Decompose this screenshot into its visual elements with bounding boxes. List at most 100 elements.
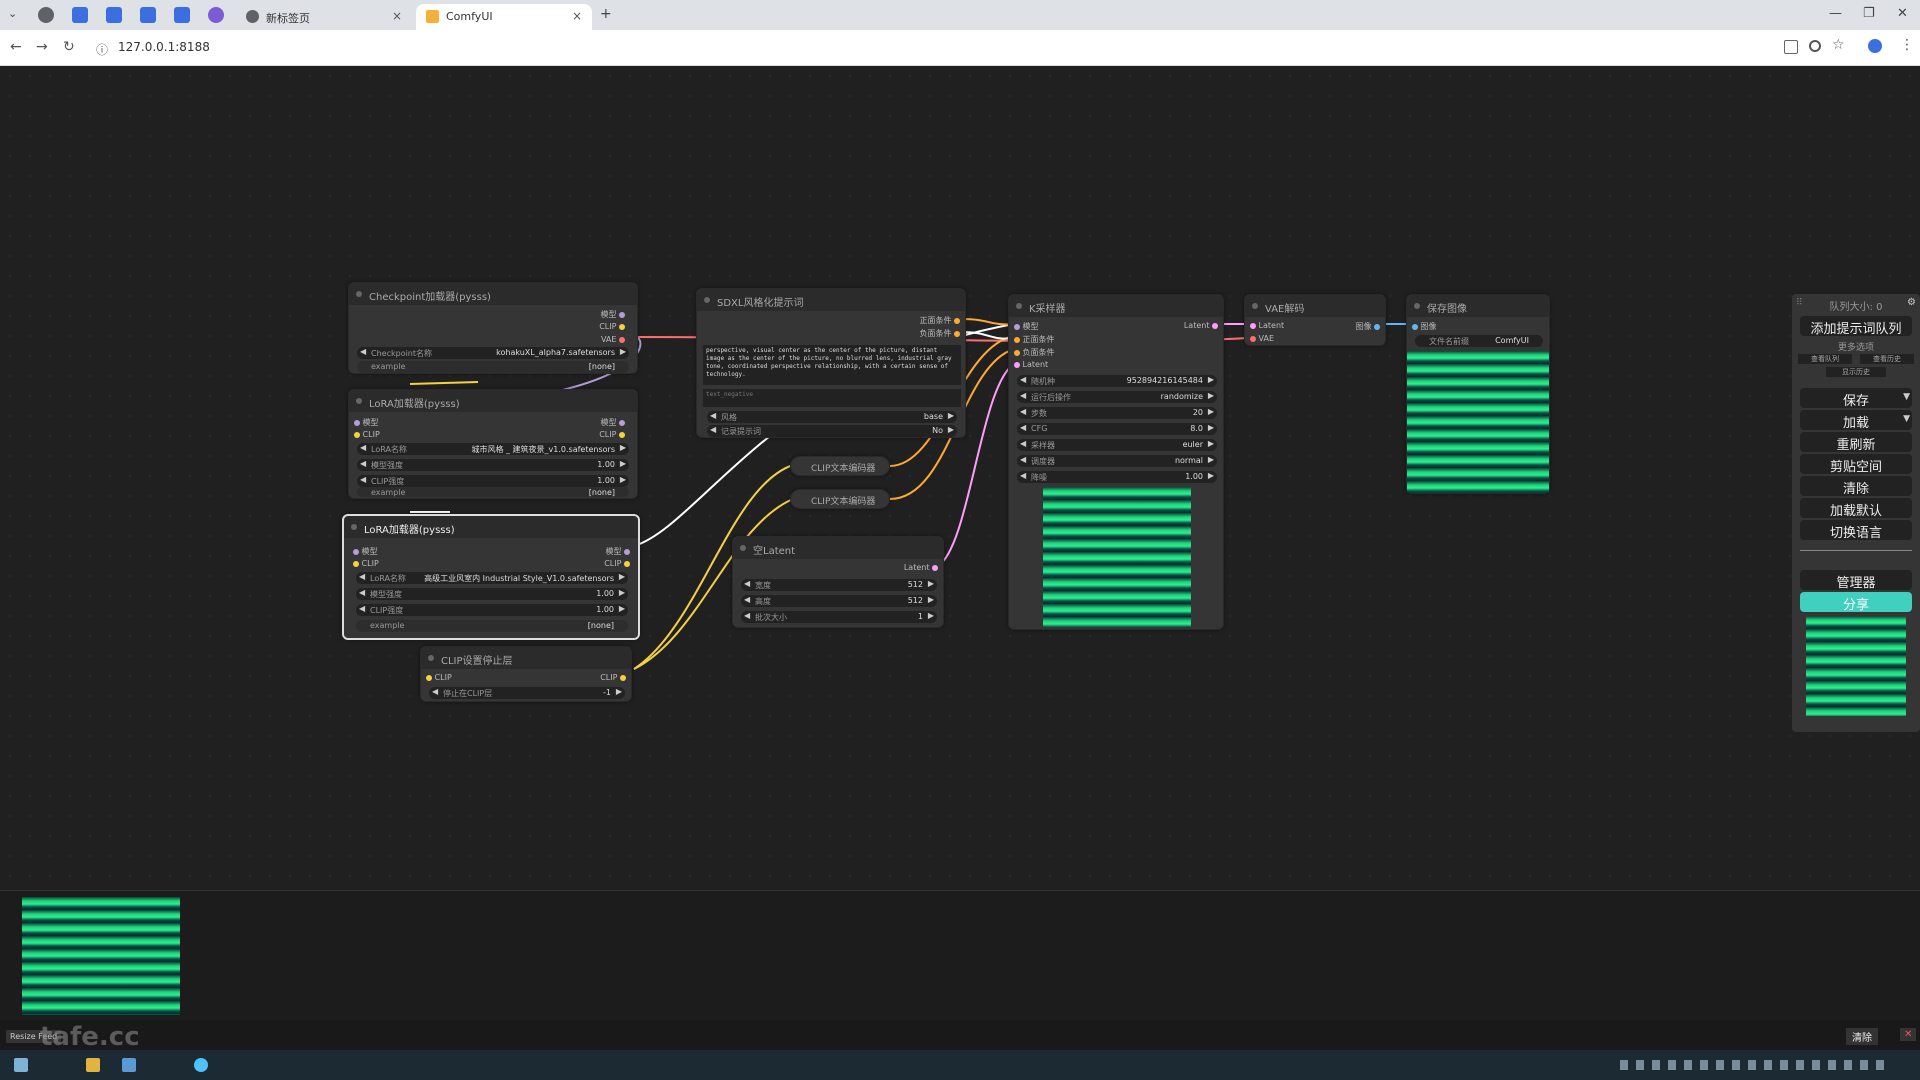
ksampler-widget[interactable]: ◀ 运行后操作 randomize ▶ <box>1017 391 1217 403</box>
input-clip[interactable]: CLIP <box>353 559 379 571</box>
checkpoint-name-combo[interactable]: ◀ Checkpoint名称 kohakuXL_alpha7.safetensors… <box>357 347 629 359</box>
close-tab-icon[interactable]: × <box>392 9 402 23</box>
lora-name-combo[interactable]: ◀ LoRA名称 高级工业风室内 Industrial Style_V1.0.saf… <box>356 572 628 584</box>
load-button[interactable]: 加载 <box>1800 410 1912 431</box>
zoom-icon[interactable] <box>1809 40 1821 52</box>
lora-loader-node-2[interactable]: LoRA加载器(pysss) 模型 CLIP 模型 CLIP ◀ LoRA名称 高级… <box>342 514 640 640</box>
feed-clear-button[interactable]: 清除 <box>1846 1028 1878 1045</box>
save-button[interactable]: 保存 <box>1800 388 1912 409</box>
queue-prompt-button[interactable]: 添加提示词队列 <box>1800 316 1912 337</box>
maximize-button[interactable]: ❐ <box>1863 6 1875 21</box>
ksampler-widget[interactable]: ◀ 随机种 952894216145484 ▶ <box>1017 375 1217 387</box>
pinned-tab-icon[interactable] <box>38 7 54 23</box>
output-model[interactable]: 模型 <box>605 546 630 558</box>
minimize-button[interactable]: — <box>1829 6 1842 21</box>
stop-at-clip-layer-number[interactable]: ◀ 停止在CLIP层 -1 ▶ <box>429 687 625 699</box>
input-clip[interactable]: CLIP <box>426 673 452 685</box>
reload-button[interactable]: ↻ <box>63 39 75 55</box>
bookmark-star-icon[interactable]: ☆ <box>1832 37 1845 53</box>
clip-set-last-layer-node[interactable]: CLIP设置停止层 CLIP CLIP ◀ 停止在CLIP层 -1 ▶ <box>420 646 632 702</box>
output-negative[interactable]: 负面条件 <box>919 328 960 340</box>
style-combo[interactable]: ◀ 风格 base ▶ <box>707 411 957 423</box>
ksampler-widget[interactable]: ◀ 采样器 euler ▶ <box>1017 439 1217 451</box>
system-tray-icons[interactable] <box>1620 1060 1890 1070</box>
start-icon[interactable] <box>14 1058 28 1072</box>
ksampler-widget[interactable]: ◀ 降噪 1.00 ▶ <box>1017 471 1217 483</box>
clip-text-encode-node-2[interactable]: CLIP文本编码器 <box>790 489 890 509</box>
pinned-tab-icon[interactable] <box>174 7 190 23</box>
pinned-tab-icon[interactable] <box>140 7 156 23</box>
show-history-button[interactable]: 显示历史 <box>1826 367 1886 377</box>
extra-options-label[interactable]: 更多选项 <box>1792 340 1920 353</box>
input-model[interactable]: 模型 <box>353 546 378 558</box>
ksampler-widget[interactable]: ◀ CFG 8.0 ▶ <box>1017 423 1217 435</box>
clip-strength-number[interactable]: ◀ CLIP强度 1.00 ▶ <box>356 604 628 616</box>
width-number[interactable]: ◀ 宽度 512 ▶ <box>741 579 937 591</box>
forward-button[interactable]: → <box>36 39 48 55</box>
switch-language-button[interactable]: 切换语言 <box>1800 520 1912 541</box>
feed-close-button[interactable]: ✕ <box>1900 1028 1917 1041</box>
ksampler-widget[interactable]: ◀ 步数 20 ▶ <box>1017 407 1217 419</box>
ksampler-widget[interactable]: ◀ 调度器 normal ▶ <box>1017 455 1217 467</box>
output-image[interactable]: 图像 <box>1355 321 1380 333</box>
save-image-node[interactable]: 保存图像 图像 文件名前缀 ComfyUI <box>1406 294 1550 494</box>
model-strength-number[interactable]: ◀ 模型强度 1.00 ▶ <box>356 588 628 600</box>
load-default-button[interactable]: 加载默认 <box>1800 498 1912 519</box>
pinned-tab-icon[interactable] <box>208 7 224 23</box>
chevron-down-icon[interactable]: ▼ <box>1903 414 1910 424</box>
negative-text-area[interactable]: text_negative <box>703 389 961 407</box>
browser-menu-icon[interactable]: ⋮ <box>1900 37 1914 53</box>
positive-text-area[interactable]: perspective, visual center as the center… <box>703 345 961 385</box>
clip-strength-number[interactable]: ◀ CLIP强度 1.00 ▶ <box>357 475 629 487</box>
input-image[interactable]: 图像 <box>1412 321 1437 333</box>
input-negative[interactable]: 负面条件 <box>1014 347 1055 359</box>
back-button[interactable]: ← <box>10 39 22 55</box>
lora-name-combo[interactable]: ◀ LoRA名称 城市风格 _ 建筑夜景_v1.0.safetensors ▶ <box>357 443 629 455</box>
tab-comfyui[interactable]: ComfyUI × <box>416 4 592 30</box>
feed-image-thumbnail[interactable] <box>22 897 180 1015</box>
clear-button[interactable]: 清除 <box>1800 476 1912 497</box>
input-vae[interactable]: VAE <box>1250 334 1274 346</box>
view-history-button[interactable]: 查看历史 <box>1860 354 1914 364</box>
input-latent[interactable]: Latent <box>1250 321 1284 333</box>
input-model[interactable]: 模型 <box>1014 321 1039 333</box>
pinned-tab-icon[interactable] <box>106 7 122 23</box>
lora-loader-node-1[interactable]: LoRA加载器(pysss) 模型 CLIP 模型 CLIP ◀ LoRA名称 城市… <box>348 389 638 499</box>
node-graph-canvas[interactable]: Checkpoint加载器(pysss) 模型 CLIP VAE ◀ Checkp… <box>0 66 1920 890</box>
translate-icon[interactable] <box>1784 40 1798 54</box>
input-latent[interactable]: Latent <box>1014 360 1048 372</box>
checkpoint-loader-node[interactable]: Checkpoint加载器(pysss) 模型 CLIP VAE ◀ Checkp… <box>348 282 638 374</box>
output-positive[interactable]: 正面条件 <box>919 315 960 327</box>
ksampler-node[interactable]: K采样器 模型 正面条件 负面条件 Latent Latent ◀ 随机种 9528… <box>1008 294 1224 630</box>
refresh-button[interactable]: 重刷新 <box>1800 432 1912 453</box>
site-info-icon[interactable]: ⓘ <box>96 41 108 58</box>
output-clip[interactable]: CLIP <box>599 430 625 442</box>
new-tab-button[interactable]: + <box>600 6 612 22</box>
taskbar-app-icon[interactable] <box>86 1058 100 1072</box>
height-number[interactable]: ◀ 高度 512 ▶ <box>741 595 937 607</box>
tab-new-tab[interactable]: 新标签页 × <box>236 4 412 30</box>
manager-button[interactable]: 管理器 <box>1800 570 1912 591</box>
close-window-button[interactable]: ✕ <box>1897 6 1908 21</box>
input-model[interactable]: 模型 <box>354 417 379 429</box>
model-strength-number[interactable]: ◀ 模型强度 1.00 ▶ <box>357 459 629 471</box>
pinned-tab-icon[interactable] <box>72 7 88 23</box>
taskbar-app-icon[interactable] <box>194 1058 208 1072</box>
output-model[interactable]: 模型 <box>600 309 625 321</box>
output-model[interactable]: 模型 <box>600 417 625 429</box>
clipspace-button[interactable]: 剪贴空间 <box>1800 454 1912 475</box>
output-latent[interactable]: Latent <box>1184 321 1218 333</box>
taskbar-app-icon[interactable] <box>122 1058 136 1072</box>
input-clip[interactable]: CLIP <box>354 430 380 442</box>
filename-prefix-input[interactable]: 文件名前缀 ComfyUI <box>1415 335 1543 347</box>
settings-gear-icon[interactable]: ⚙ <box>1907 297 1916 308</box>
tab-search-icon[interactable]: ⌄ <box>8 7 24 23</box>
view-queue-button[interactable]: 查看队列 <box>1798 354 1852 364</box>
vae-decode-node[interactable]: VAE解码 Latent VAE 图像 <box>1244 294 1386 346</box>
share-button[interactable]: 分享 <box>1800 592 1912 613</box>
batch-size-number[interactable]: ◀ 批次大小 1 ▶ <box>741 611 937 623</box>
log-prompt-combo[interactable]: ◀ 记录提示词 No ▶ <box>707 425 957 437</box>
output-vae[interactable]: VAE <box>601 335 625 347</box>
input-positive[interactable]: 正面条件 <box>1014 334 1055 346</box>
output-clip[interactable]: CLIP <box>600 673 626 685</box>
